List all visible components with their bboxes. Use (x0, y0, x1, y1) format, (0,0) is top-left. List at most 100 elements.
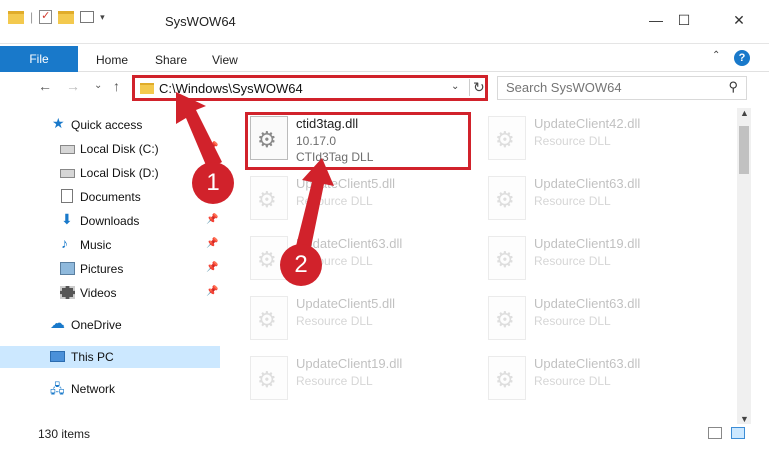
dll-file-icon (250, 176, 288, 220)
dll-file-icon (250, 356, 288, 400)
navigation-pane: ★ Quick access Local Disk (C:) 📌 Local D… (0, 108, 220, 418)
file-item[interactable]: UpdateClient42.dll Resource DLL (484, 114, 704, 174)
pin-icon[interactable]: 📌 (206, 238, 218, 249)
recent-locations-button[interactable]: ⌄ (94, 80, 102, 91)
sidebar-item-onedrive[interactable]: ☁ OneDrive (0, 314, 220, 336)
new-folder-icon[interactable] (58, 10, 75, 24)
pin-icon[interactable]: 📌 (206, 286, 218, 297)
search-input[interactable] (506, 80, 706, 95)
tab-view[interactable]: View (212, 53, 238, 67)
pictures-icon (60, 262, 75, 275)
dll-file-icon (250, 296, 288, 340)
dll-file-icon (488, 236, 526, 280)
scroll-up-icon[interactable]: ▲ (740, 108, 749, 118)
item-count: 130 items (38, 427, 91, 441)
file-description: Resource DLL (296, 194, 373, 208)
sidebar-item-local-disk-c[interactable]: Local Disk (C:) 📌 (0, 138, 220, 160)
file-name: UpdateClient63.dll (534, 176, 641, 191)
up-button[interactable]: ↑ (113, 78, 120, 94)
file-item[interactable]: UpdateClient19.dll Resource DLL (484, 234, 704, 294)
step-callout-2: 2 (280, 244, 322, 286)
help-icon[interactable]: ? (734, 50, 750, 66)
sidebar-item-videos[interactable]: Videos 📌 (0, 282, 220, 304)
address-dropdown-icon[interactable]: ⌄ (451, 81, 459, 92)
drive-icon (60, 169, 75, 178)
download-icon: ⬇ (61, 211, 73, 227)
dll-file-icon (488, 116, 526, 160)
sidebar-item-downloads[interactable]: ⬇ Downloads 📌 (0, 210, 220, 232)
address-bar[interactable]: C:\Windows\SysWOW64 ⌄ ↻ (132, 75, 488, 101)
file-description: Resource DLL (296, 374, 373, 388)
file-name: UpdateClient5.dll (296, 176, 396, 191)
dll-file-icon (488, 296, 526, 340)
close-button[interactable]: ✕ (719, 12, 759, 29)
file-description: Resource DLL (534, 194, 611, 208)
pin-icon[interactable]: 📌 (206, 142, 218, 153)
sidebar-item-pictures[interactable]: Pictures 📌 (0, 258, 220, 280)
drive-icon (60, 145, 75, 154)
network-icon: 🖧 (50, 381, 65, 396)
tab-home[interactable]: Home (96, 53, 128, 67)
pin-icon[interactable]: 📌 (206, 214, 218, 225)
quick-access-toolbar: | ▾ (8, 9, 105, 24)
sidebar-item-this-pc[interactable]: This PC (0, 346, 220, 368)
file-name: UpdateClient19.dll (296, 356, 403, 371)
file-item[interactable]: UpdateClient63.dll Resource DLL (484, 354, 704, 414)
folder-icon (8, 10, 24, 24)
sidebar-item-quick-access[interactable]: ★ Quick access (0, 114, 220, 136)
scrollbar-thumb[interactable] (739, 126, 749, 174)
file-description: Resource DLL (534, 254, 611, 268)
file-description: Resource DLL (296, 314, 373, 328)
ribbon: File Home Share View ⌃ ? (0, 44, 769, 72)
cloud-icon: ☁ (50, 315, 65, 332)
collapse-ribbon-icon[interactable]: ⌃ (712, 50, 720, 61)
file-name: UpdateClient63.dll (534, 296, 641, 311)
music-icon: ♪ (61, 235, 68, 251)
file-name: UpdateClient63.dll (534, 356, 641, 371)
tab-file[interactable]: File (0, 46, 78, 72)
dll-file-icon (488, 176, 526, 220)
customize-toolbar-icon[interactable] (80, 11, 95, 23)
film-icon (60, 286, 75, 299)
file-name: UpdateClient5.dll (296, 296, 396, 311)
file-description: Resource DLL (534, 134, 611, 148)
tab-share[interactable]: Share (155, 53, 187, 67)
toolbar-dropdown-icon[interactable]: ▾ (100, 12, 105, 23)
file-item[interactable]: UpdateClient63.dll Resource DLL (484, 294, 704, 354)
sidebar-item-network[interactable]: 🖧 Network (0, 378, 220, 400)
file-item[interactable]: UpdateClient63.dll Resource DLL (484, 174, 704, 234)
computer-icon (50, 351, 65, 362)
navigation-bar: ← → ⌄ ↑ C:\Windows\SysWOW64 ⌄ ↻ ⚲ (0, 72, 769, 104)
step-callout-1: 1 (192, 162, 234, 204)
refresh-icon[interactable]: ↻ (469, 79, 485, 96)
sidebar-item-documents[interactable]: Documents 📌 (0, 186, 220, 208)
back-button[interactable]: ← (38, 78, 52, 94)
file-name: UpdateClient42.dll (534, 116, 641, 131)
folder-icon (140, 83, 154, 94)
address-path[interactable]: C:\Windows\SysWOW64 (159, 81, 303, 96)
dll-file-icon (488, 356, 526, 400)
forward-button[interactable]: → (66, 78, 80, 94)
file-item[interactable]: UpdateClient63.dll Resource DLL (246, 234, 466, 294)
status-bar: 130 items (0, 424, 769, 444)
file-item[interactable]: UpdateClient5.dll Resource DLL (246, 294, 466, 354)
properties-check-icon[interactable] (39, 9, 53, 24)
details-view-icon[interactable] (708, 427, 722, 439)
star-icon: ★ (52, 115, 65, 131)
file-highlight-box (245, 112, 471, 170)
scroll-down-icon[interactable]: ▼ (740, 414, 749, 424)
vertical-scrollbar[interactable]: ▲ ▼ (737, 108, 751, 424)
sidebar-item-music[interactable]: ♪ Music 📌 (0, 234, 220, 256)
window-title: SysWOW64 (165, 14, 236, 29)
file-item[interactable]: UpdateClient19.dll Resource DLL (246, 354, 466, 414)
file-description: Resource DLL (534, 374, 611, 388)
sidebar-item-local-disk-d[interactable]: Local Disk (D:) 📌 (0, 162, 220, 184)
title-bar: | ▾ SysWOW64 — ☐ ✕ (0, 0, 769, 44)
maximize-button[interactable]: ☐ (664, 12, 704, 29)
file-item[interactable]: UpdateClient5.dll Resource DLL (246, 174, 466, 234)
search-box[interactable]: ⚲ (497, 76, 747, 100)
pin-icon[interactable]: 📌 (206, 262, 218, 273)
search-icon[interactable]: ⚲ (728, 79, 738, 95)
large-icons-view-icon[interactable] (731, 427, 745, 439)
file-name: UpdateClient19.dll (534, 236, 641, 251)
